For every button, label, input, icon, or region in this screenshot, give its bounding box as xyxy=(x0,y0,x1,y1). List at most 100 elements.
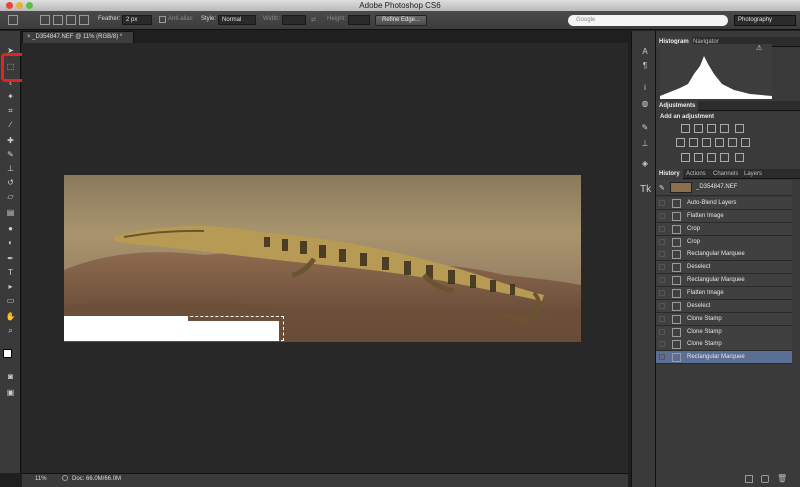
selective-color-adjustment-icon[interactable] xyxy=(720,153,729,162)
history-state[interactable]: Deselect xyxy=(656,299,792,313)
history-state[interactable]: Auto-Blend Layers xyxy=(656,197,792,210)
height-input[interactable] xyxy=(348,15,370,25)
zoom-tool-icon[interactable]: ⌕ xyxy=(5,325,16,336)
tab-history[interactable]: History xyxy=(656,169,683,179)
color-lookup-adjustment-icon[interactable] xyxy=(741,138,750,147)
screen-mode-icon[interactable]: ▣ xyxy=(5,387,16,398)
threshold-adjustment-icon[interactable] xyxy=(707,153,716,162)
history-state[interactable]: Flatten Image xyxy=(656,286,792,300)
history-state[interactable]: Flatten Image xyxy=(656,209,792,223)
clone-stamp-tool-icon[interactable]: ⊥ xyxy=(5,163,16,174)
history-source-checkbox[interactable] xyxy=(659,225,665,232)
history-source-checkbox[interactable] xyxy=(659,251,665,258)
clone-source-panel-icon[interactable]: ⊥ xyxy=(640,139,650,149)
history-source-checkbox[interactable] xyxy=(659,315,665,322)
brightness-adjustment-icon[interactable] xyxy=(681,124,690,133)
workspace-select[interactable]: Photography xyxy=(734,15,796,26)
history-state[interactable]: Rectangular Marquee xyxy=(656,274,792,288)
vibrance-adjustment-icon[interactable] xyxy=(735,124,744,133)
zoom-window-button[interactable] xyxy=(26,2,33,9)
tab-actions[interactable]: Actions xyxy=(683,169,709,179)
history-source-checkbox[interactable] xyxy=(659,354,665,361)
history-source-checkbox[interactable] xyxy=(659,289,665,296)
subtract-selection-icon[interactable] xyxy=(66,15,76,25)
marquee-preset-icon[interactable] xyxy=(8,15,18,25)
search-input[interactable]: Google xyxy=(568,15,728,26)
new-document-from-state-icon[interactable] xyxy=(745,475,753,483)
histogram-warning-icon[interactable]: ⚠ xyxy=(756,44,762,52)
healing-brush-tool-icon[interactable]: ✚ xyxy=(5,135,16,146)
trash-icon[interactable]: 🗑 xyxy=(777,474,787,483)
path-selection-tool-icon[interactable]: ▸ xyxy=(5,281,16,292)
hand-tool-icon[interactable]: ✋ xyxy=(5,311,16,322)
tk-panel-icon[interactable]: Tk xyxy=(640,185,651,195)
document-tab[interactable]: × _D354847.NEF @ 11% (RGB/8) * xyxy=(22,31,134,43)
history-source-checkbox[interactable] xyxy=(659,328,665,335)
width-input[interactable] xyxy=(282,15,306,25)
type-tool-icon[interactable]: T xyxy=(5,267,16,278)
zoom-level[interactable]: 11% xyxy=(35,476,47,482)
history-state[interactable]: Deselect xyxy=(656,261,792,275)
feather-input[interactable]: 2 px xyxy=(122,15,152,25)
color-balance-adjustment-icon[interactable] xyxy=(689,138,698,147)
add-selection-icon[interactable] xyxy=(53,15,63,25)
dodge-tool-icon[interactable]: ◐ xyxy=(5,237,16,248)
history-source-checkbox[interactable] xyxy=(659,212,665,219)
history-source-checkbox[interactable] xyxy=(659,238,665,245)
tab-adjustments[interactable]: Adjustments xyxy=(656,101,699,111)
crop-tool-icon[interactable]: ⌗ xyxy=(5,105,16,116)
hue-saturation-adjustment-icon[interactable] xyxy=(676,138,685,147)
info-panel-icon[interactable]: i xyxy=(640,83,650,93)
posterize-adjustment-icon[interactable] xyxy=(694,153,703,162)
gradient-map-adjustment-icon[interactable] xyxy=(735,153,744,162)
photo-filter-adjustment-icon[interactable] xyxy=(715,138,724,147)
character-panel-icon[interactable]: A xyxy=(640,47,650,57)
antialias-checkbox[interactable] xyxy=(159,16,166,23)
history-source-checkbox[interactable] xyxy=(659,341,665,348)
new-selection-icon[interactable] xyxy=(40,15,50,25)
quick-mask-icon[interactable]: ◙ xyxy=(5,371,16,382)
channel-mixer-adjustment-icon[interactable] xyxy=(728,138,737,147)
eraser-tool-icon[interactable]: ▱ xyxy=(5,191,16,202)
status-info-icon[interactable] xyxy=(62,475,68,481)
invert-adjustment-icon[interactable] xyxy=(681,153,690,162)
history-state[interactable]: Rectangular Marquee xyxy=(656,248,792,262)
eyedropper-tool-icon[interactable]: ∕ xyxy=(5,119,16,130)
marquee-selection[interactable] xyxy=(64,316,284,341)
history-state[interactable]: Rectangular Marquee xyxy=(656,351,792,365)
style-select[interactable]: Normal xyxy=(218,15,256,25)
create-snapshot-icon[interactable] xyxy=(761,475,769,483)
quick-selection-tool-icon[interactable]: ✦ xyxy=(5,91,16,102)
history-state[interactable]: Crop xyxy=(656,222,792,236)
3d-panel-icon[interactable]: ◈ xyxy=(640,159,650,169)
history-brush-tool-icon[interactable]: ↺ xyxy=(5,177,16,188)
history-state[interactable]: Clone Stamp xyxy=(656,312,792,326)
paragraph-panel-icon[interactable]: ¶ xyxy=(640,61,650,71)
refine-edge-button[interactable]: Refine Edge... xyxy=(375,15,427,26)
shape-tool-icon[interactable]: ▭ xyxy=(5,295,16,306)
history-state[interactable]: Clone Stamp xyxy=(656,338,792,352)
minimize-window-button[interactable] xyxy=(16,2,23,9)
history-state[interactable]: Clone Stamp xyxy=(656,325,792,339)
foreground-color-swatch[interactable] xyxy=(3,349,12,358)
history-source-checkbox[interactable] xyxy=(659,200,665,206)
blur-tool-icon[interactable]: ● xyxy=(5,223,16,234)
exposure-adjustment-icon[interactable] xyxy=(720,124,729,133)
history-source-checkbox[interactable] xyxy=(659,277,665,284)
tab-layers[interactable]: Layers xyxy=(741,169,765,179)
brushes-panel-icon[interactable]: ✎ xyxy=(640,123,650,133)
history-state[interactable]: Crop xyxy=(656,235,792,249)
history-source-checkbox[interactable] xyxy=(659,264,665,271)
pen-tool-icon[interactable]: ✒ xyxy=(5,253,16,264)
history-snapshot[interactable]: ✎ _D354847.NEF xyxy=(656,180,792,196)
brush-tool-icon[interactable]: ✎ xyxy=(5,149,16,160)
black-white-adjustment-icon[interactable] xyxy=(702,138,711,147)
intersect-selection-icon[interactable] xyxy=(79,15,89,25)
close-window-button[interactable] xyxy=(6,2,13,9)
swap-arrows-icon[interactable]: ⇄ xyxy=(311,16,316,23)
curves-adjustment-icon[interactable] xyxy=(707,124,716,133)
levels-adjustment-icon[interactable] xyxy=(694,124,703,133)
tab-channels[interactable]: Channels xyxy=(710,169,741,179)
color-panel-icon[interactable]: ◍ xyxy=(640,99,650,109)
history-source-checkbox[interactable] xyxy=(659,302,665,309)
